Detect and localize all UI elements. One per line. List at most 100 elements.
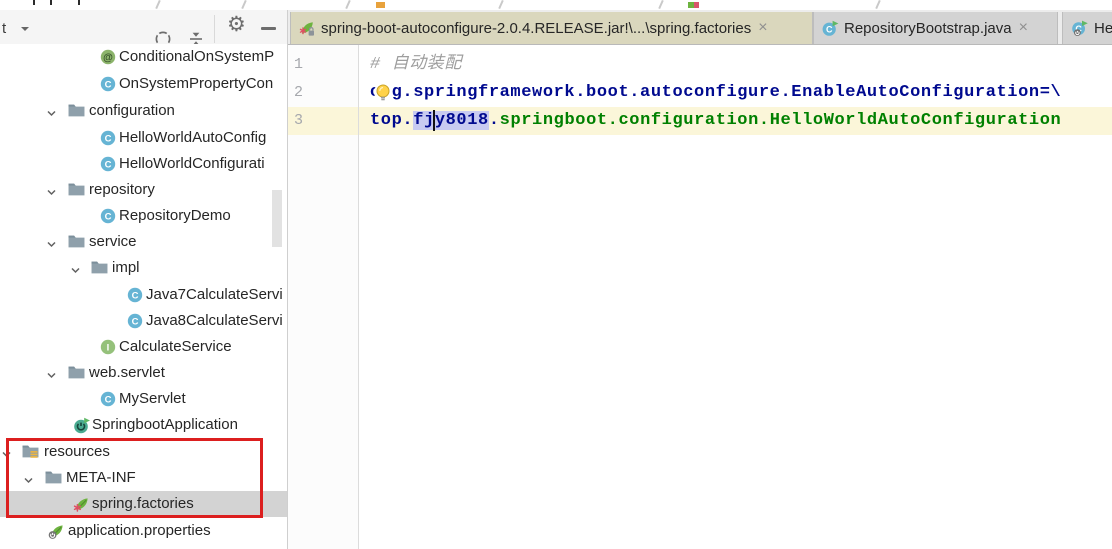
tree-item-service[interactable]: service bbox=[0, 229, 287, 255]
tree-item-java8-calculate-servi[interactable]: C Java8CalculateServi bbox=[0, 308, 287, 334]
project-panel-title-fragment: t bbox=[2, 20, 6, 37]
tree-item-label: HelloWorldConfigurati bbox=[119, 155, 265, 172]
tree-item-on-system-property-con[interactable]: C OnSystemPropertyCon bbox=[0, 71, 287, 97]
breadcrumb-separator bbox=[658, 0, 663, 9]
hide-panel-icon[interactable] bbox=[261, 27, 276, 30]
project-panel-header: t ⚙ bbox=[0, 10, 287, 48]
dropdown-arrow-icon[interactable] bbox=[21, 27, 29, 31]
tree-item-label: impl bbox=[112, 259, 140, 276]
line-number: 2 bbox=[294, 79, 303, 107]
breadcrumb-remnant bbox=[50, 0, 52, 5]
interface-icon: I bbox=[100, 339, 117, 355]
runnable-class-icon: C bbox=[822, 20, 839, 37]
tree-item-web-servlet[interactable]: web.servlet bbox=[0, 360, 287, 386]
folder-icon bbox=[68, 103, 85, 119]
breadcrumb-separator bbox=[875, 0, 880, 9]
tab-repository-bootstrap-java[interactable]: C RepositoryBootstrap.java × bbox=[813, 12, 1058, 44]
tree-item-label: OnSystemPropertyCon bbox=[119, 75, 273, 92]
spring-properties-icon bbox=[48, 523, 65, 539]
chevron-down-icon[interactable] bbox=[46, 237, 57, 255]
tree-item-application-properties[interactable]: application.properties bbox=[0, 518, 287, 544]
class-icon: C bbox=[100, 76, 117, 92]
tree-item-repository[interactable]: repository bbox=[0, 177, 287, 203]
code-line-1-comment[interactable]: # 自动装配 bbox=[370, 51, 462, 79]
editor-tab-bar: spring-boot-autoconfigure-2.0.4.RELEASE.… bbox=[288, 10, 1112, 44]
folder-icon bbox=[45, 470, 62, 486]
breadcrumb-separator bbox=[345, 0, 350, 9]
chevron-down-icon[interactable] bbox=[1, 447, 12, 465]
tree-item-meta-inf[interactable]: META-INF bbox=[0, 465, 287, 491]
breadcrumb-icon-remnant bbox=[376, 2, 385, 8]
tree-item-resources[interactable]: resources bbox=[0, 439, 287, 465]
svg-text:C: C bbox=[105, 133, 112, 144]
svg-text:C: C bbox=[132, 316, 139, 327]
tree-item-spring-factories[interactable]: spring.factories bbox=[0, 491, 287, 517]
settings-gear-icon[interactable]: ⚙ bbox=[227, 14, 246, 35]
chevron-down-icon[interactable] bbox=[23, 473, 34, 491]
svg-text:C: C bbox=[105, 159, 112, 170]
tree-item-calculate-service[interactable]: I CalculateService bbox=[0, 334, 287, 360]
tab-spring-factories[interactable]: spring-boot-autoconfigure-2.0.4.RELEASE.… bbox=[290, 12, 813, 44]
resources-folder-icon bbox=[22, 444, 39, 460]
code-line-3[interactable]: top.fjy8018.springboot.configuration.Hel… bbox=[370, 107, 1061, 135]
tree-item-springboot-application[interactable]: SpringbootApplication bbox=[0, 412, 287, 438]
tree-item-impl[interactable]: impl bbox=[0, 255, 287, 281]
tree-item-label: resources bbox=[44, 443, 110, 460]
svg-text:C: C bbox=[826, 24, 833, 34]
breadcrumb-separator bbox=[498, 0, 503, 9]
gutter-separator bbox=[358, 45, 359, 549]
tree-item-label: web.servlet bbox=[89, 364, 165, 381]
tree-item-label: ConditionalOnSystemP bbox=[119, 48, 274, 65]
tab-label: RepositoryBootstrap.java bbox=[844, 20, 1012, 37]
close-icon[interactable]: × bbox=[758, 20, 767, 36]
tree-item-my-servlet[interactable]: C MyServlet bbox=[0, 386, 287, 412]
class-icon: C bbox=[100, 391, 117, 407]
chevron-down-icon[interactable] bbox=[46, 185, 57, 203]
code-token: top. bbox=[370, 111, 413, 130]
tree-item-hello-world-configurati[interactable]: C HelloWorldConfigurati bbox=[0, 151, 287, 177]
chevron-down-icon[interactable] bbox=[46, 106, 57, 124]
svg-text:C: C bbox=[105, 79, 112, 90]
tree-item-label: repository bbox=[89, 181, 155, 198]
tab-he-truncated[interactable]: C He bbox=[1062, 12, 1112, 44]
class-icon: C bbox=[100, 156, 117, 172]
spring-boot-runnable-class-icon: C bbox=[1071, 20, 1089, 37]
close-icon[interactable]: × bbox=[1019, 20, 1028, 36]
tree-item-label: SpringbootApplication bbox=[92, 416, 238, 433]
code-token: springboot.configuration.HelloWorldAutoC… bbox=[500, 111, 1062, 130]
breadcrumb-separator bbox=[155, 0, 160, 9]
spring-icon-remnant bbox=[694, 2, 699, 8]
tree-item-label: application.properties bbox=[68, 522, 211, 539]
svg-text:C: C bbox=[105, 211, 112, 222]
highlighted-identifier: fjy8018 bbox=[413, 111, 489, 130]
tree-item-java7-calculate-servi[interactable]: C Java7CalculateServi bbox=[0, 282, 287, 308]
folder-icon bbox=[68, 365, 85, 381]
tree-item-hello-world-auto-config[interactable]: C HelloWorldAutoConfig bbox=[0, 125, 287, 151]
svg-text:C: C bbox=[132, 290, 139, 301]
text-caret bbox=[433, 110, 435, 131]
tree-scrollbar-thumb[interactable] bbox=[272, 190, 282, 247]
intention-lightbulb-icon[interactable] bbox=[373, 83, 393, 103]
code-token: . bbox=[489, 111, 500, 130]
clipped-breadcrumb-strip bbox=[0, 0, 1112, 10]
tree-item-conditional-on-system-p[interactable]: @ ConditionalOnSystemP bbox=[0, 44, 287, 70]
svg-text:@: @ bbox=[103, 52, 113, 63]
tree-item-label: spring.factories bbox=[92, 495, 194, 512]
code-line-2[interactable]: org.springframework.boot.autoconfigure.E… bbox=[370, 79, 1061, 107]
tree-item-configuration[interactable]: configuration bbox=[0, 98, 287, 124]
breadcrumb-separator bbox=[241, 0, 246, 9]
breadcrumb-remnant bbox=[33, 0, 35, 5]
tree-item-label: RepositoryDemo bbox=[119, 207, 231, 224]
chevron-down-icon[interactable] bbox=[46, 368, 57, 386]
spring-boot-class-icon bbox=[73, 417, 90, 433]
svg-text:C: C bbox=[105, 394, 112, 405]
tree-item-label: META-INF bbox=[66, 469, 136, 486]
tree-item-label: service bbox=[89, 233, 137, 250]
class-icon: C bbox=[100, 130, 117, 146]
tab-label: He bbox=[1094, 20, 1112, 37]
chevron-down-icon[interactable] bbox=[70, 263, 81, 281]
spring-file-lock-icon bbox=[299, 20, 316, 37]
tree-item-label: HelloWorldAutoConfig bbox=[119, 129, 266, 146]
tree-item-label: MyServlet bbox=[119, 390, 186, 407]
tree-item-repository-demo[interactable]: C RepositoryDemo bbox=[0, 203, 287, 229]
